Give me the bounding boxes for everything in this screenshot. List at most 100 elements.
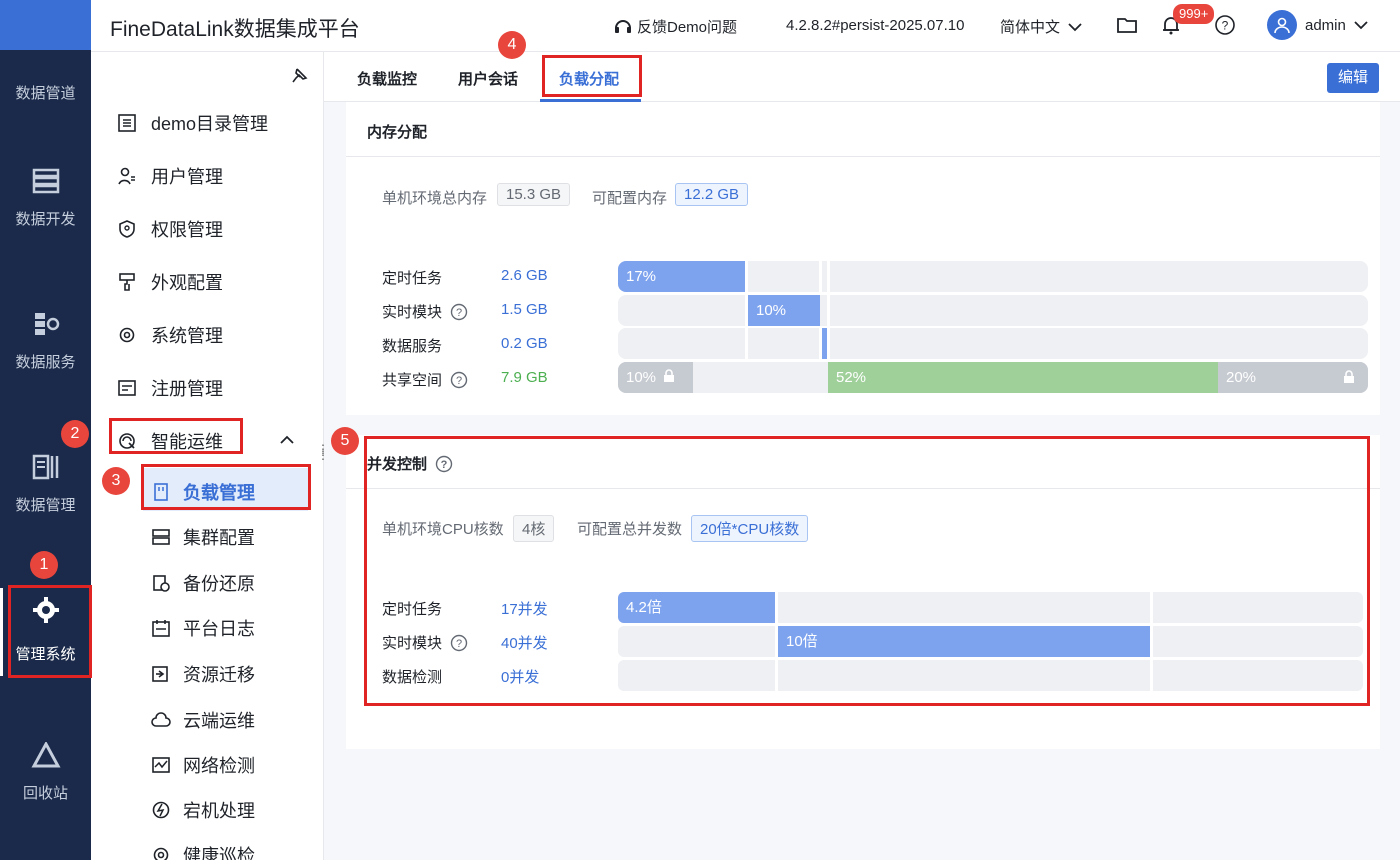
sidebar-item-label: 系统管理 bbox=[151, 326, 223, 346]
feedback-link[interactable]: 反馈Demo问题 bbox=[613, 16, 737, 37]
edit-button[interactable]: 编辑 bbox=[1327, 63, 1379, 93]
sidebar-item-system[interactable]: 系统管理 bbox=[117, 322, 223, 348]
user-name: admin bbox=[1305, 16, 1346, 34]
rail-item-pipeline[interactable]: 数据管道 bbox=[0, 82, 91, 103]
notification-badge: 999+ bbox=[1173, 4, 1215, 24]
annotation-badge: 4 bbox=[498, 31, 526, 59]
rail-item-label: 数据管道 bbox=[15, 85, 76, 102]
crash-icon bbox=[152, 801, 170, 819]
memory-row-label: 数据服务 bbox=[382, 335, 442, 356]
sub-item-migration[interactable]: 资源迁移 bbox=[151, 661, 255, 687]
service-icon bbox=[34, 313, 59, 335]
recycle-icon bbox=[30, 742, 61, 768]
tab-load-monitor[interactable]: 负载监控 bbox=[357, 68, 417, 89]
bar-segment-label: 20% bbox=[1226, 369, 1257, 386]
annotation-box bbox=[109, 418, 243, 454]
lock-icon bbox=[664, 369, 675, 382]
version-label: 4.2.8.2#persist-2025.07.10 bbox=[786, 17, 965, 34]
row-label-text: 共享空间 bbox=[382, 372, 443, 389]
total-memory-value: 15.3 GB bbox=[497, 183, 571, 206]
memory-bar-data-service[interactable] bbox=[618, 328, 1368, 359]
memory-bar-realtime[interactable]: 10% bbox=[618, 295, 1368, 326]
sidebar-item-register[interactable]: 注册管理 bbox=[117, 375, 223, 401]
sidebar-item-demo-catalog[interactable]: demo目录管理 bbox=[117, 110, 268, 136]
backup-icon bbox=[153, 575, 170, 592]
sidebar-item-appearance[interactable]: 外观配置 bbox=[117, 269, 223, 295]
sub-item-health[interactable]: 健康巡检 bbox=[151, 842, 255, 860]
help-icon[interactable]: ? bbox=[450, 303, 468, 321]
memory-row-value: 1.5 GB bbox=[501, 301, 548, 318]
rail-item-data-manage[interactable]: 数据管理 bbox=[0, 454, 91, 515]
network-icon bbox=[152, 757, 170, 773]
svg-text:?: ? bbox=[456, 307, 462, 319]
folder-icon[interactable] bbox=[1116, 14, 1138, 36]
row-label-text: 数据服务 bbox=[382, 338, 443, 355]
annotation-box bbox=[542, 55, 642, 97]
total-memory-label: 单机环境总内存 bbox=[382, 190, 488, 207]
rail-item-dev[interactable]: 数据开发 bbox=[0, 168, 91, 229]
bar-separator bbox=[827, 261, 830, 292]
migrate-icon bbox=[152, 666, 168, 682]
memory-bar-scheduled[interactable]: 17% bbox=[618, 261, 1368, 292]
gear-icon bbox=[119, 327, 135, 343]
log-icon bbox=[152, 620, 170, 637]
chevron-down-icon bbox=[1068, 22, 1082, 31]
rail-item-label: 回收站 bbox=[22, 785, 68, 802]
memory-divider bbox=[346, 156, 1380, 157]
sub-item-cluster[interactable]: 集群配置 bbox=[151, 524, 255, 550]
bar-segment: 17% bbox=[618, 261, 745, 292]
bar-segment: 52% bbox=[828, 362, 1218, 393]
user-icon bbox=[1274, 17, 1290, 34]
data-manage-icon bbox=[32, 454, 58, 480]
sub-item-label: 云端运维 bbox=[183, 711, 255, 731]
annotation-box bbox=[8, 585, 92, 678]
bar-separator bbox=[745, 328, 748, 359]
memory-row-label: 共享空间 ? bbox=[382, 369, 468, 390]
sidebar-item-users[interactable]: 用户管理 bbox=[117, 163, 223, 189]
bar-segment: 10% bbox=[618, 362, 693, 393]
sidebar-item-label: 用户管理 bbox=[151, 167, 223, 187]
language-select[interactable]: 简体中文 bbox=[1000, 16, 1082, 37]
bar-segment: 10% bbox=[748, 295, 820, 326]
sub-item-network[interactable]: 网络检测 bbox=[151, 752, 255, 778]
sub-item-label: 平台日志 bbox=[183, 619, 255, 639]
avatar bbox=[1267, 10, 1297, 40]
sub-item-label: 备份还原 bbox=[183, 574, 255, 594]
dev-icon bbox=[32, 168, 59, 194]
admin-sidebar: demo目录管理 用户管理 权限管理 外观配置 系统管理 注册管理 智能运维 负… bbox=[91, 52, 324, 860]
rail-item-service[interactable]: 数据服务 bbox=[0, 311, 91, 372]
chevron-down-icon bbox=[1354, 21, 1368, 30]
bar-separator bbox=[827, 295, 830, 326]
svg-text:?: ? bbox=[1222, 19, 1229, 33]
annotation-badge: 5 bbox=[331, 427, 359, 455]
user-menu[interactable]: admin bbox=[1267, 10, 1368, 40]
rail-item-label: 数据服务 bbox=[15, 354, 76, 371]
paint-icon bbox=[119, 273, 135, 291]
help-icon[interactable]: ? bbox=[1214, 14, 1236, 36]
sub-item-backup[interactable]: 备份还原 bbox=[151, 570, 255, 596]
sidebar-resize-handle[interactable]: ⋮ ⋮ bbox=[317, 443, 329, 461]
sub-item-cloud-ops[interactable]: 云端运维 bbox=[151, 707, 255, 733]
rail-item-recycle[interactable]: 回收站 bbox=[0, 742, 91, 803]
help-icon[interactable]: ? bbox=[450, 371, 468, 389]
chevron-up-icon[interactable] bbox=[279, 432, 295, 448]
memory-row-value: 0.2 GB bbox=[501, 335, 548, 352]
row-label-text: 定时任务 bbox=[382, 270, 443, 287]
rail-logo-area bbox=[0, 0, 91, 50]
memory-row-label: 实时模块 ? bbox=[382, 301, 468, 322]
sub-item-label: 网络检测 bbox=[183, 756, 255, 776]
bar-separator bbox=[819, 261, 822, 292]
sub-item-crash[interactable]: 宕机处理 bbox=[151, 797, 255, 823]
health-icon bbox=[153, 847, 169, 860]
svg-text:?: ? bbox=[456, 375, 462, 387]
pin-icon[interactable] bbox=[289, 66, 309, 86]
shield-icon bbox=[119, 220, 135, 238]
sidebar-item-label: 注册管理 bbox=[151, 379, 223, 399]
tab-user-session[interactable]: 用户会话 bbox=[458, 68, 518, 89]
user-icon bbox=[118, 167, 135, 185]
rail-item-label: 数据开发 bbox=[15, 211, 76, 228]
sub-item-platform-log[interactable]: 平台日志 bbox=[151, 615, 255, 641]
sidebar-item-permissions[interactable]: 权限管理 bbox=[117, 216, 223, 242]
memory-bar-shared[interactable]: 10% 52% 20% bbox=[618, 362, 1368, 393]
memory-title: 内存分配 bbox=[367, 124, 428, 141]
